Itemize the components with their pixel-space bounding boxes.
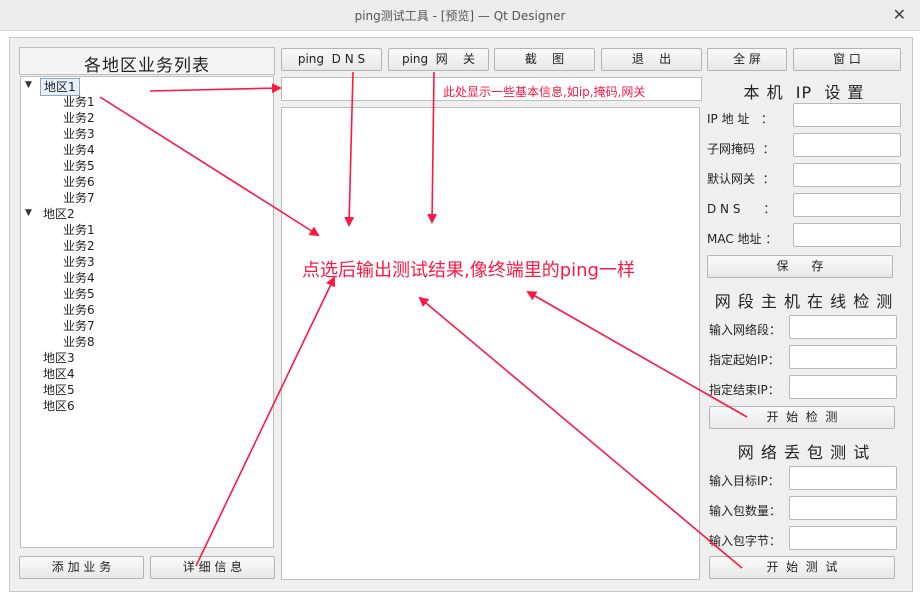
output-display[interactable] [281,107,700,580]
segment-input[interactable] [789,315,897,339]
expand-arrow-icon[interactable]: ▼ [25,80,32,90]
service-item[interactable]: 业务8 [63,334,95,350]
save-button[interactable]: 保 存 [707,255,893,278]
gateway-label: 默认网关 ： [707,172,775,186]
output-annotation: 点选后输出测试结果,像终端里的ping一样 [302,260,635,281]
end-ip-input[interactable] [789,375,897,399]
start-ip-label: 指定起始IP： [709,353,780,367]
region-list-title: 各地区业务列表 [84,56,210,76]
target-ip-label: 输入目标IP： [709,474,780,488]
dns-input[interactable] [793,193,901,217]
service-item[interactable]: 业务5 [63,286,95,302]
mask-label: 子网掩码 ： [707,142,775,156]
loss-title: 网 络 丢 包 测 试 [737,443,871,462]
packet-bytes-label: 输入包字节： [709,534,782,548]
region-item[interactable]: 地区5 [43,382,75,398]
detail-info-button[interactable]: 详 细 信 息 [150,556,275,579]
service-item[interactable]: 业务2 [63,238,95,254]
region-item[interactable]: 地区3 [43,350,75,366]
end-ip-label: 指定结束IP： [709,383,780,397]
expand-arrow-icon[interactable]: ▼ [25,208,32,218]
fullscreen-button[interactable]: 全 屏 [707,48,787,71]
service-item[interactable]: 业务7 [63,190,95,206]
start-ip-input[interactable] [789,345,897,369]
target-ip-input[interactable] [789,466,897,490]
service-item[interactable]: 业务2 [63,110,95,126]
packet-count-input[interactable] [789,496,897,520]
add-service-button[interactable]: 添 加 业 务 [19,556,144,579]
service-item[interactable]: 业务6 [63,174,95,190]
service-item[interactable]: 业务7 [63,318,95,334]
packet-count-label: 输入包数量： [709,504,782,518]
start-scan-button[interactable]: 开 始 检 测 [709,406,895,429]
start-loss-test-button[interactable]: 开 始 测 试 [709,556,895,579]
ping-gateway-button[interactable]: ping 网 关 [388,48,489,71]
region-item[interactable]: 地区6 [43,398,75,414]
mask-input[interactable] [793,133,901,157]
close-icon[interactable]: ✕ [893,5,906,24]
service-item[interactable]: 业务5 [63,158,95,174]
ping-dns-button[interactable]: ping D N S [281,48,382,71]
info-annotation: 此处显示一些基本信息,如ip,掩码,网关 [443,85,646,99]
scan-title: 网 段 主 机 在 线 检 测 [714,292,894,311]
service-item[interactable]: 业务3 [63,254,95,270]
service-item[interactable]: 业务4 [63,270,95,286]
region-tree[interactable] [20,76,274,548]
service-item[interactable]: 业务3 [63,126,95,142]
region-item[interactable]: 地区2 [43,206,75,222]
service-item[interactable]: 业务6 [63,302,95,318]
dns-label: D N S ： [707,202,776,216]
mac-input[interactable] [793,223,901,247]
region-item[interactable]: 地区4 [43,366,75,382]
exit-button[interactable]: 退 出 [601,48,702,71]
packet-bytes-input[interactable] [789,526,897,550]
mac-label: MAC 地址 ： [707,232,778,246]
service-item[interactable]: 业务1 [63,94,95,110]
service-item[interactable]: 业务4 [63,142,95,158]
window-title: ping测试工具 - [预览] — Qt Designer [354,9,566,23]
segment-label: 输入网络段： [709,323,782,337]
screenshot-button[interactable]: 截 图 [494,48,595,71]
gateway-input[interactable] [793,163,901,187]
window-button[interactable]: 窗 口 [793,48,901,71]
service-item[interactable]: 业务1 [63,222,95,238]
title-bar: ping测试工具 - [预览] — Qt Designer ✕ [0,0,920,31]
ip-input[interactable] [793,103,901,127]
ip-label: IP 地 址 ： [707,112,773,126]
ip-settings-title: 本 机 IP 设 置 [743,83,865,102]
